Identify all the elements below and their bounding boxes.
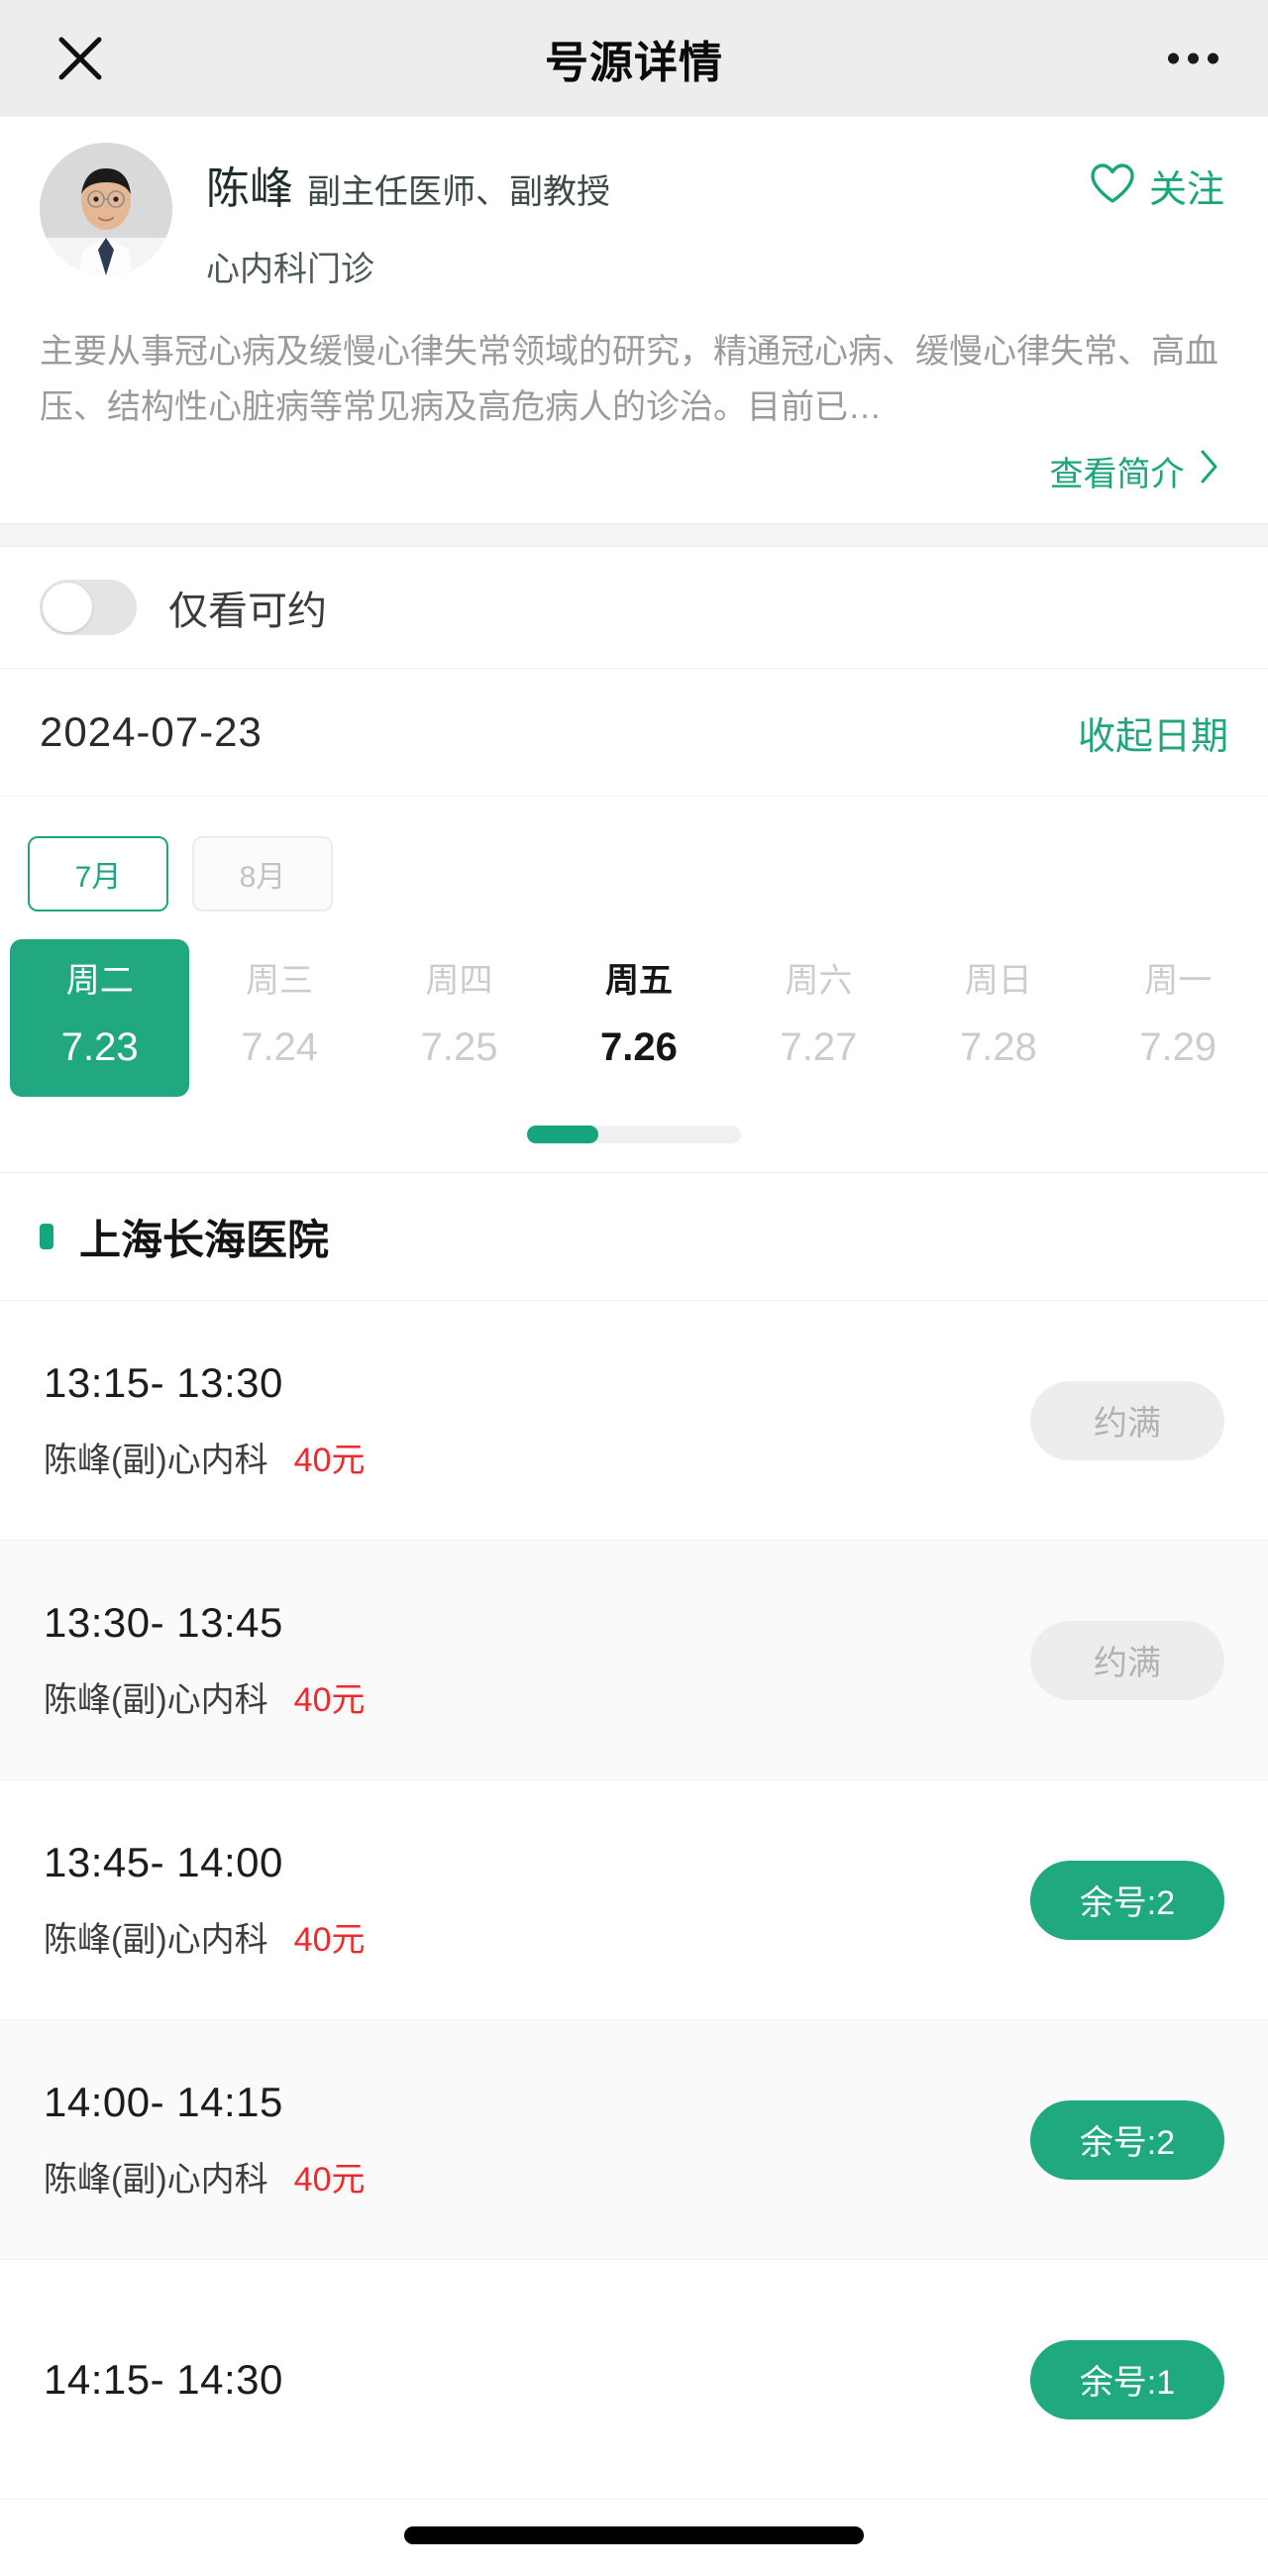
doctor-info-card: 陈峰 副主任医师、副教授 心内科门诊 关注 主要从事冠心病及缓慢心律失常领域的研… (0, 117, 1268, 523)
slot-row-4[interactable]: 14:15- 14:30 余号:1 (0, 2260, 1268, 2501)
collapse-date-button[interactable]: 收起日期 (1078, 705, 1228, 760)
chevron-right-icon (1199, 448, 1220, 494)
hospital-name: 上海长海医院 (79, 1216, 330, 1263)
heart-outline-icon (1090, 162, 1135, 209)
date-header: 2024-07-23 收起日期 (0, 669, 1268, 797)
doctor-header-row: 陈峰 副主任医师、副教授 心内科门诊 (40, 143, 1228, 290)
selected-date: 2024-07-23 (40, 708, 263, 755)
slot-action-button[interactable]: 余号:2 (1030, 2099, 1224, 2180)
month-tabs: 7月 8月 (0, 797, 1268, 912)
close-icon[interactable] (52, 30, 109, 87)
slot-action-button: 约满 (1030, 1620, 1224, 1700)
slot-info: 13:15- 13:30 陈峰(副)心内科 40元 (44, 1359, 365, 1481)
more-options-icon[interactable] (1168, 53, 1218, 64)
month-tab-0[interactable]: 7月 (28, 836, 168, 912)
view-profile-label: 查看简介 (1049, 456, 1185, 493)
slot-detail: 陈峰(副)心内科 40元 (44, 2152, 365, 2200)
navigation-bar: 号源详情 (0, 0, 1268, 117)
day-cell-2[interactable]: 周四 7.25 (370, 939, 549, 1097)
only-available-label: 仅看可约 (168, 590, 327, 633)
slot-action-button: 约满 (1030, 1380, 1224, 1460)
day-date: 7.28 (959, 1025, 1037, 1070)
doctor-name: 陈峰 (206, 164, 293, 213)
home-indicator (404, 2526, 864, 2544)
app-screen: 号源详情 陈峰 副主任医师、副教授 心内科门诊 关注 主要从事冠心病及缓慢心律失… (0, 0, 1268, 2576)
only-available-toggle[interactable] (40, 580, 137, 635)
slot-info: 14:00- 14:15 陈峰(副)心内科 40元 (44, 2079, 365, 2200)
follow-label: 关注 (1148, 169, 1224, 211)
day-cell-6[interactable]: 周一 7.29 (1089, 939, 1268, 1097)
slot-time: 13:45- 14:00 (44, 1839, 283, 1886)
day-cell-0[interactable]: 周二 7.23 (10, 939, 190, 1098)
day-of-week: 周六 (785, 962, 853, 1000)
slot-time: 13:15- 13:30 (44, 1359, 283, 1407)
doctor-title: 副主任医师、副教授 (307, 173, 610, 211)
doctor-description: 主要从事冠心病及缓慢心律失常领域的研究，精通冠心病、缓慢心律失常、高血压、结构性… (40, 333, 1218, 426)
day-date: 7.24 (241, 1025, 319, 1070)
slot-price: 40元 (293, 1442, 366, 1480)
slot-time: 14:00- 14:15 (44, 2079, 283, 2126)
day-of-week: 周二 (65, 962, 134, 1000)
week-strip: 周二 7.23 周三 7.24 周四 7.25 周五 7.26 周六 7.27 … (0, 912, 1268, 1098)
doctor-department: 心内科门诊 (206, 251, 374, 288)
slot-row-3[interactable]: 14:00- 14:15 陈峰(副)心内科 40元 余号:2 (0, 2020, 1268, 2261)
view-profile-link[interactable]: 查看简介 (40, 447, 1228, 523)
slot-row-1[interactable]: 13:30- 13:45 陈峰(副)心内科 40元 约满 (0, 1541, 1268, 1781)
doctor-name-row: 陈峰 副主任医师、副教授 (206, 153, 1228, 216)
slot-row-0[interactable]: 13:15- 13:30 陈峰(副)心内科 40元 约满 (0, 1301, 1268, 1542)
slot-price: 40元 (293, 1921, 366, 1960)
day-date: 7.27 (780, 1025, 858, 1070)
hospital-row: 上海长海医院 (0, 1172, 1268, 1302)
slot-doctor: 陈峰(副)心内科 (44, 1681, 268, 1720)
day-of-week: 周三 (246, 962, 314, 1000)
slot-detail: 陈峰(副)心内科 40元 (44, 1433, 365, 1481)
day-date: 7.26 (600, 1025, 678, 1070)
slot-action-button[interactable]: 余号:1 (1030, 2339, 1224, 2419)
slot-doctor: 陈峰(副)心内科 (44, 1442, 268, 1480)
day-cell-5[interactable]: 周日 7.28 (908, 939, 1088, 1097)
filter-row: 仅看可约 (0, 547, 1268, 669)
day-cell-1[interactable]: 周三 7.24 (189, 939, 369, 1097)
slot-detail: 陈峰(副)心内科 40元 (44, 1672, 365, 1721)
slot-price: 40元 (293, 1681, 366, 1720)
doctor-meta: 陈峰 副主任医师、副教授 心内科门诊 (206, 143, 1228, 290)
day-date: 7.25 (420, 1025, 498, 1070)
day-cell-4[interactable]: 周六 7.27 (729, 939, 908, 1097)
slot-list: 13:15- 13:30 陈峰(副)心内科 40元 约满 13:30- 13:4… (0, 1301, 1268, 2501)
day-date: 7.29 (1139, 1025, 1217, 1070)
avatar (40, 143, 172, 275)
slot-info: 14:15- 14:30 (44, 2356, 283, 2404)
slot-time: 14:15- 14:30 (44, 2355, 283, 2403)
day-date: 7.23 (60, 1025, 139, 1070)
toggle-knob (43, 583, 92, 632)
follow-button[interactable]: 关注 (1090, 159, 1224, 213)
slot-price: 40元 (293, 2161, 366, 2200)
slot-info: 13:45- 14:00 陈峰(副)心内科 40元 (44, 1839, 365, 1961)
day-of-week: 周一 (1144, 962, 1213, 1000)
slot-detail: 陈峰(副)心内科 40元 (44, 1912, 365, 1961)
section-divider (0, 523, 1268, 547)
page-title: 号源详情 (545, 39, 723, 87)
scrollbar-track[interactable] (527, 1126, 741, 1144)
month-tab-1[interactable]: 8月 (192, 836, 333, 912)
slot-doctor: 陈峰(副)心内科 (44, 1921, 268, 1960)
scrollbar-thumb[interactable] (527, 1126, 598, 1144)
day-of-week: 周日 (964, 962, 1032, 1000)
day-cell-3[interactable]: 周五 7.26 (549, 939, 728, 1097)
slot-info: 13:30- 13:45 陈峰(副)心内科 40元 (44, 1599, 365, 1721)
day-of-week: 周五 (604, 962, 673, 1000)
week-scroll-indicator (0, 1097, 1268, 1173)
slot-doctor: 陈峰(副)心内科 (44, 2161, 268, 2200)
day-of-week: 周四 (425, 962, 493, 1000)
slot-time: 13:30- 13:45 (44, 1599, 283, 1647)
slot-action-button[interactable]: 余号:2 (1030, 1860, 1224, 1940)
hospital-marker-icon (40, 1224, 53, 1250)
slot-row-2[interactable]: 13:45- 14:00 陈峰(副)心内科 40元 余号:2 (0, 1780, 1268, 2021)
